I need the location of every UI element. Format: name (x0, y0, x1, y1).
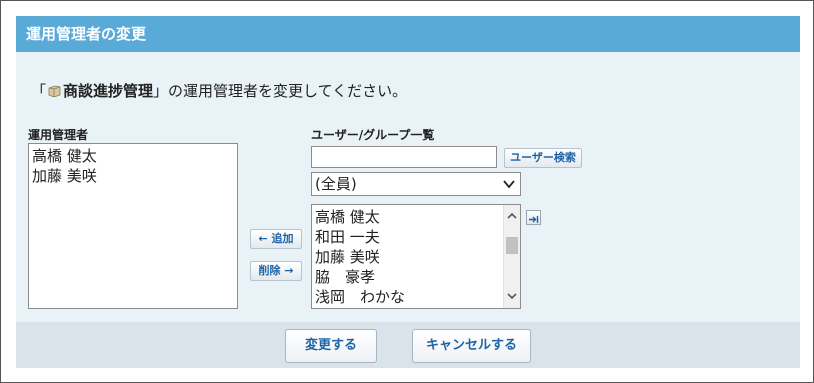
intro-text: 「商談進捗管理」の運用管理者を変更してください。 (31, 80, 407, 101)
list-item[interactable]: 加藤 美咲 (32, 166, 234, 186)
dialog: 運用管理者の変更 「商談進捗管理」の運用管理者を変更してください。 運用管理者 … (16, 16, 800, 368)
user-search-input[interactable] (311, 146, 497, 168)
admins-label: 運用管理者 (28, 128, 89, 142)
add-button[interactable]: ← 追加 (250, 229, 302, 249)
list-item[interactable]: 和田 一夫 (315, 227, 500, 247)
scroll-down-icon[interactable] (507, 292, 517, 300)
footer-bar (16, 322, 800, 368)
window-frame: 運用管理者の変更 「商談進捗管理」の運用管理者を変更してください。 運用管理者 … (0, 0, 814, 383)
users-listbox[interactable]: 高橋 健太 和田 一夫 加藤 美咲 脇 豪孝 浅岡 わかな (311, 204, 521, 309)
move-to-end-button[interactable] (526, 210, 541, 225)
app-name: 商談進捗管理 (63, 82, 154, 100)
list-item[interactable]: 高橋 健太 (315, 207, 500, 227)
intro-open: 「 (31, 82, 47, 100)
dialog-title: 運用管理者の変更 (16, 16, 800, 52)
scroll-thumb[interactable] (506, 237, 518, 254)
admins-listbox[interactable]: 高橋 健太 加藤 美咲 (28, 143, 238, 309)
scroll-up-icon[interactable] (507, 212, 517, 220)
users-scrollbar[interactable] (503, 205, 520, 308)
users-label: ユーザー/グループ一覧 (311, 128, 435, 142)
list-item[interactable]: 浅岡 わかな (315, 287, 500, 307)
list-item[interactable]: 高橋 健太 (32, 146, 234, 166)
intro-close: 」の運用管理者を変更してください。 (153, 82, 408, 100)
group-select-value: (全員) (315, 175, 357, 193)
cancel-button[interactable]: キャンセルする (412, 329, 531, 363)
submit-button[interactable]: 変更する (285, 329, 377, 363)
group-select[interactable]: (全員) (311, 172, 521, 196)
list-item[interactable]: 加藤 美咲 (315, 247, 500, 267)
chevron-down-icon (503, 180, 515, 189)
move-to-end-icon (529, 216, 539, 223)
list-item[interactable]: 脇 豪孝 (315, 267, 500, 287)
app-icon (48, 85, 61, 97)
remove-button[interactable]: 削除 → (250, 261, 302, 281)
user-search-button[interactable]: ユーザー検索 (504, 148, 582, 168)
